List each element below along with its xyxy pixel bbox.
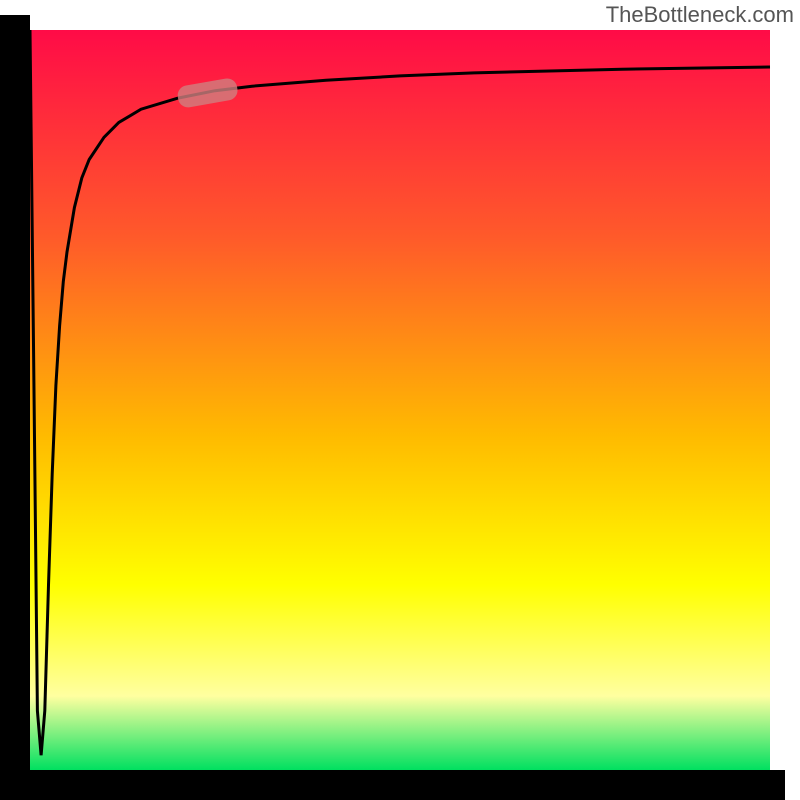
bottleneck-plot	[0, 0, 800, 800]
chart-container: TheBottleneck.com	[0, 0, 800, 800]
watermark-text: TheBottleneck.com	[606, 2, 794, 28]
plot-background	[30, 30, 770, 770]
